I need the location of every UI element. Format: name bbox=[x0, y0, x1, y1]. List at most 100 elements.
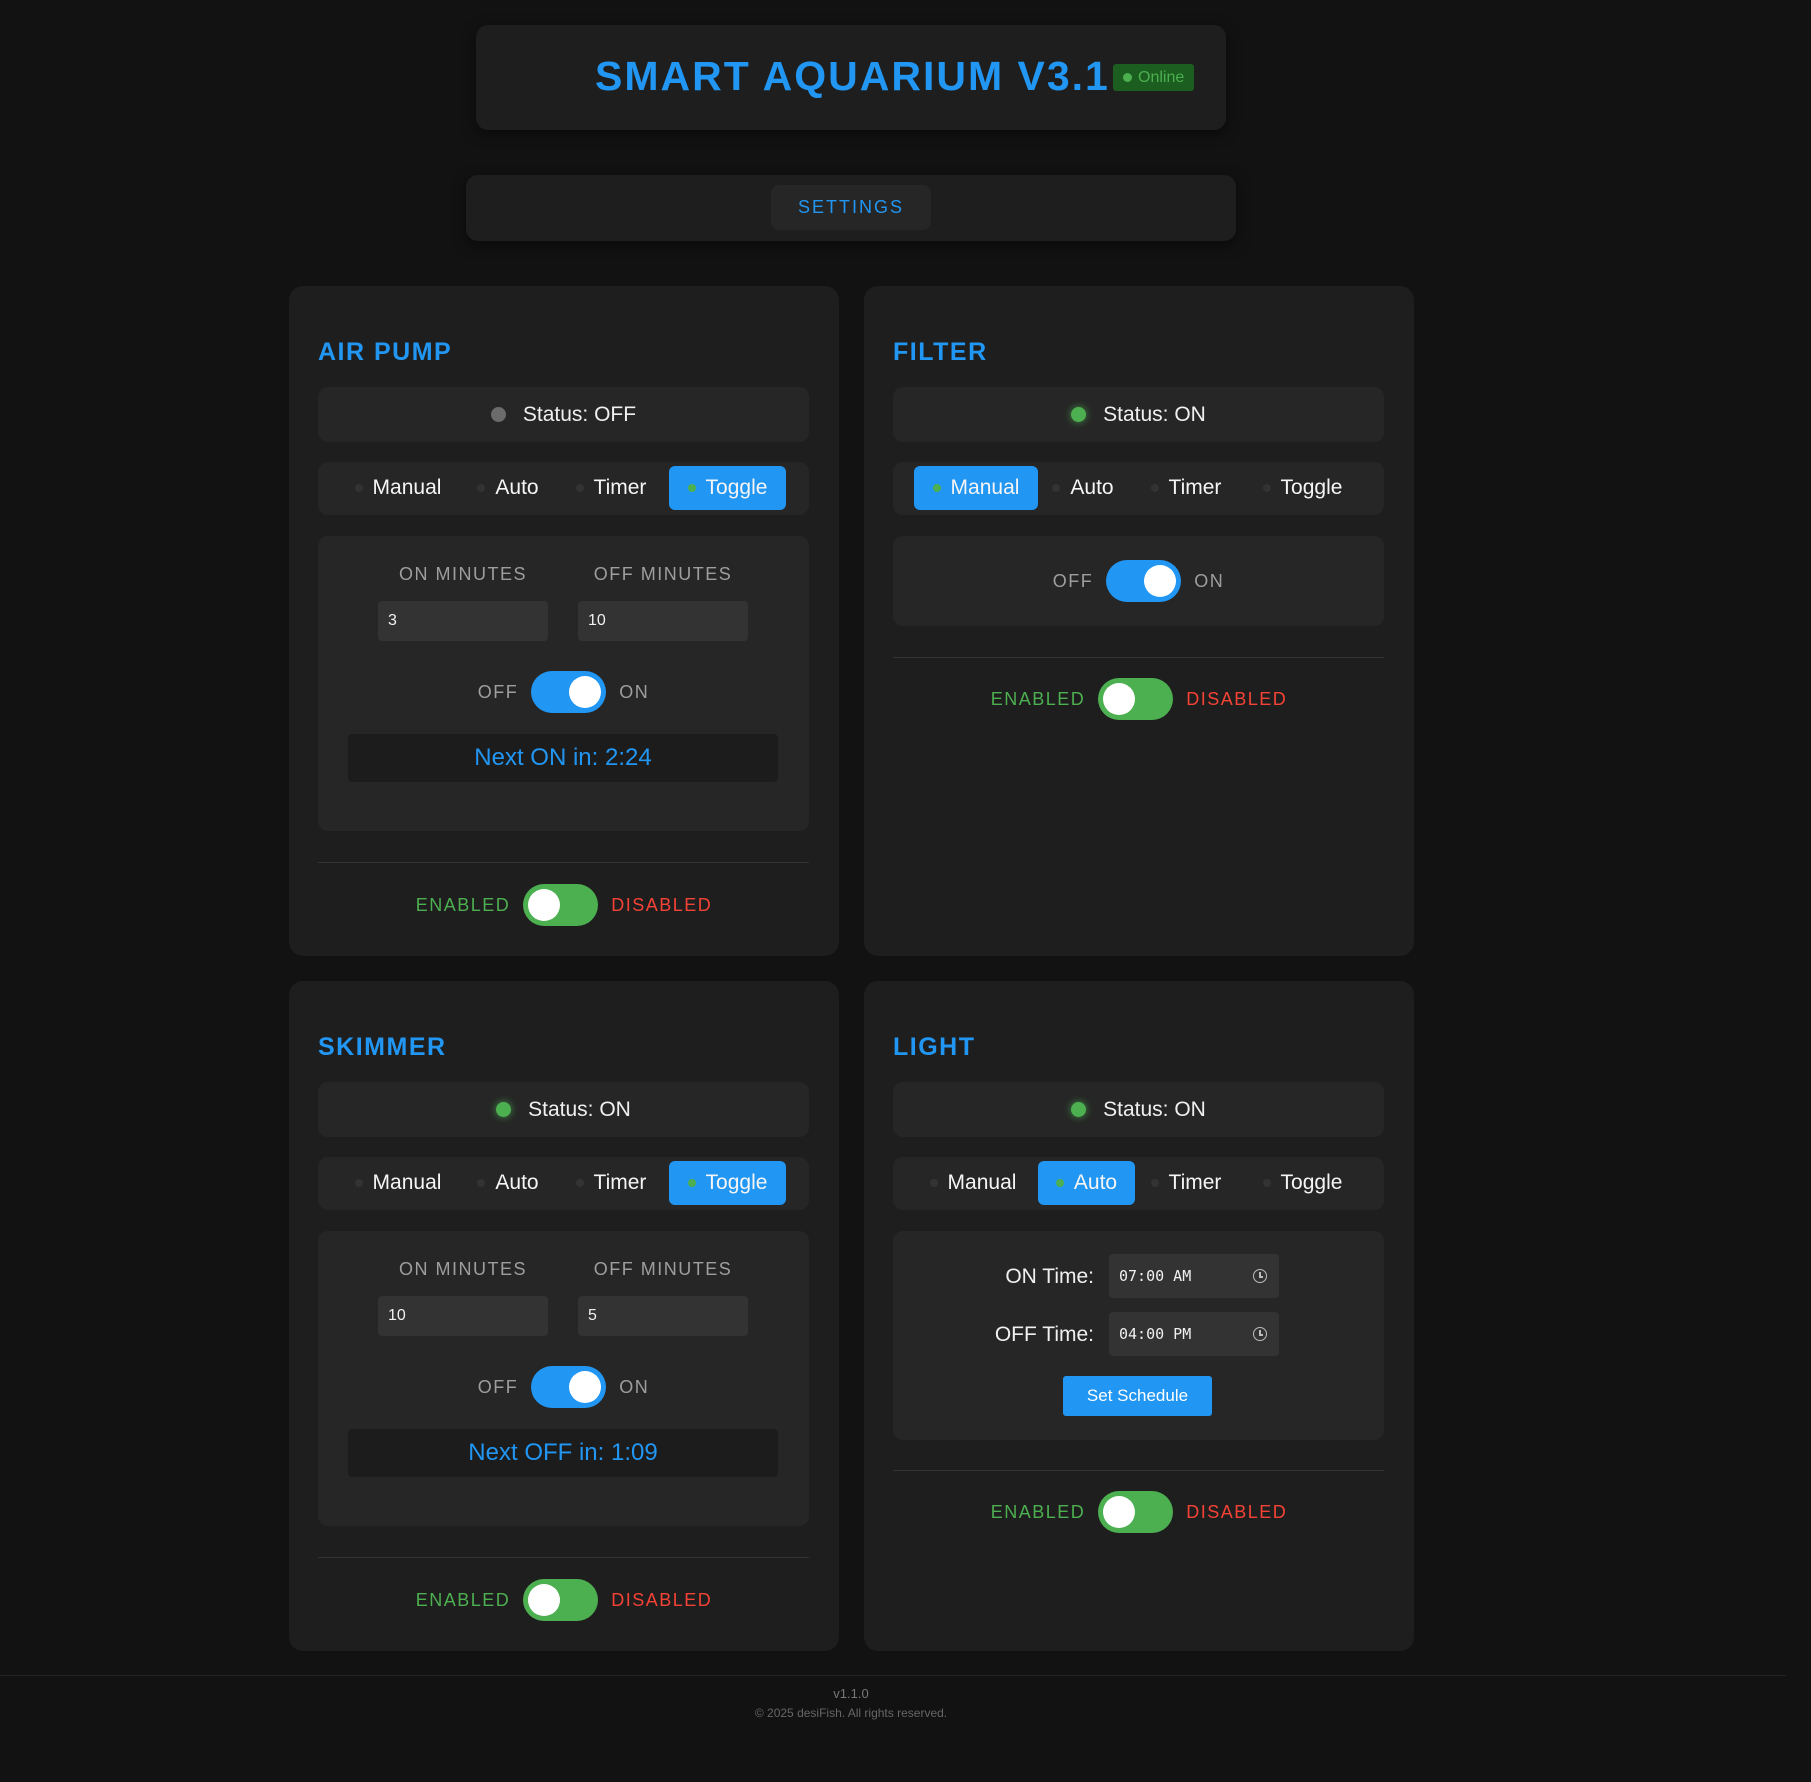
mode-dot-icon bbox=[929, 1179, 938, 1187]
countdown-display: Next ON in: 2:24 bbox=[348, 734, 778, 782]
mode-label: Toggle bbox=[705, 476, 768, 499]
card-title: SKIMMER bbox=[318, 1033, 447, 1061]
status-box: Status: OFF bbox=[318, 387, 809, 442]
mode-manual-button[interactable]: Manual bbox=[348, 1161, 448, 1205]
mode-dot-icon bbox=[1052, 484, 1061, 492]
toggle-knob bbox=[1144, 565, 1177, 597]
enable-switch-row: ENABLED DISABLED bbox=[864, 678, 1414, 720]
enabled-label: ENABLED bbox=[990, 1501, 1086, 1522]
toggle-knob bbox=[528, 889, 561, 921]
mode-manual-button[interactable]: Manual bbox=[923, 1161, 1023, 1205]
mode-dot-icon bbox=[687, 484, 696, 492]
toggle-config-panel: ON MINUTES OFF MINUTES 10 5 OFF ON Next … bbox=[318, 1231, 809, 1526]
enable-toggle[interactable] bbox=[523, 1579, 599, 1621]
mode-dot-icon bbox=[477, 1179, 486, 1187]
settings-button[interactable]: SETTINGS bbox=[771, 185, 931, 230]
mode-timer-button[interactable]: Timer bbox=[1141, 466, 1231, 510]
switch-on-label: ON bbox=[1194, 570, 1225, 591]
mode-auto-button[interactable]: Auto bbox=[468, 466, 548, 510]
switch-on-label: ON bbox=[619, 681, 650, 702]
mode-timer-button[interactable]: Timer bbox=[1141, 1161, 1231, 1205]
off-time-value: 04:00 PM bbox=[1119, 1325, 1192, 1343]
on-minutes-input[interactable]: 3 bbox=[378, 601, 548, 641]
countdown-display: Next OFF in: 1:09 bbox=[348, 1429, 778, 1477]
disabled-label: DISABLED bbox=[611, 1589, 713, 1610]
mode-toggle-button[interactable]: Toggle bbox=[1244, 1161, 1361, 1205]
status-box: Status: ON bbox=[318, 1082, 809, 1137]
on-minutes-input[interactable]: 10 bbox=[378, 1296, 548, 1336]
enable-toggle[interactable] bbox=[1098, 1491, 1174, 1533]
power-toggle[interactable] bbox=[1106, 560, 1182, 602]
mode-selector: Manual Auto Timer Toggle bbox=[893, 462, 1384, 515]
mode-label: Auto bbox=[1073, 1171, 1118, 1194]
switch-off-label: OFF bbox=[477, 681, 519, 702]
off-minutes-input[interactable]: 5 bbox=[578, 1296, 748, 1336]
mode-auto-button[interactable]: Auto bbox=[1043, 466, 1123, 510]
clock-icon[interactable] bbox=[1253, 1269, 1267, 1283]
status-text: Status: ON bbox=[1103, 402, 1206, 426]
mode-manual-button[interactable]: Manual bbox=[348, 466, 448, 510]
off-minutes-label: OFF MINUTES bbox=[593, 1259, 733, 1279]
enable-toggle[interactable] bbox=[1098, 678, 1174, 720]
mode-label: Toggle bbox=[705, 1171, 768, 1194]
mode-selector: Manual Auto Timer Toggle bbox=[318, 462, 809, 515]
card-title: AIR PUMP bbox=[318, 338, 453, 366]
page-title: SMART AQUARIUM V3.1 bbox=[595, 53, 1110, 99]
power-toggle[interactable] bbox=[531, 671, 607, 713]
mode-dot-icon bbox=[1150, 484, 1159, 492]
power-toggle[interactable] bbox=[531, 1366, 607, 1408]
mode-selector: Manual Auto Timer Toggle bbox=[893, 1157, 1384, 1210]
on-time-value: 07:00 AM bbox=[1119, 1267, 1192, 1285]
divider bbox=[893, 657, 1384, 658]
mode-timer-button[interactable]: Timer bbox=[566, 466, 656, 510]
manual-config-panel: OFF ON bbox=[893, 536, 1384, 626]
status-text: Status: ON bbox=[528, 1097, 631, 1121]
on-minutes-label: ON MINUTES bbox=[398, 564, 527, 584]
footer-copyright: © 2025 desiFish. All rights reserved. bbox=[754, 1706, 948, 1720]
mode-label: Timer bbox=[593, 476, 647, 499]
schedule-config-panel: ON Time: 07:00 AM OFF Time: 04:00 PM Set… bbox=[893, 1231, 1384, 1440]
enabled-label: ENABLED bbox=[415, 894, 511, 915]
footer-divider bbox=[0, 1675, 1786, 1676]
mode-label: Manual bbox=[950, 476, 1020, 499]
mode-dot-icon bbox=[932, 484, 941, 492]
mode-label: Manual bbox=[947, 1171, 1017, 1194]
set-schedule-button[interactable]: Set Schedule bbox=[1063, 1376, 1212, 1416]
mode-auto-button[interactable]: Auto bbox=[1038, 1161, 1135, 1205]
mode-toggle-button[interactable]: Toggle bbox=[669, 1161, 786, 1205]
on-time-input[interactable]: 07:00 AM bbox=[1109, 1254, 1279, 1298]
mode-dot-icon bbox=[1262, 1179, 1271, 1187]
card-air-pump: AIR PUMP Status: OFF Manual Auto Timer T… bbox=[289, 286, 839, 956]
enable-switch-row: ENABLED DISABLED bbox=[864, 1491, 1414, 1533]
mode-manual-button[interactable]: Manual bbox=[914, 466, 1038, 510]
disabled-label: DISABLED bbox=[1186, 688, 1288, 709]
mode-auto-button[interactable]: Auto bbox=[468, 1161, 548, 1205]
card-title: FILTER bbox=[893, 338, 988, 366]
card-filter: FILTER Status: ON Manual Auto Timer Togg… bbox=[864, 286, 1414, 956]
off-minutes-input[interactable]: 10 bbox=[578, 601, 748, 641]
mode-dot-icon bbox=[1150, 1179, 1159, 1187]
mode-dot-icon bbox=[1055, 1179, 1064, 1187]
mode-toggle-button[interactable]: Toggle bbox=[669, 466, 786, 510]
divider bbox=[318, 1557, 809, 1558]
enabled-label: ENABLED bbox=[415, 1589, 511, 1610]
mode-dot-icon bbox=[1262, 484, 1271, 492]
mode-label: Toggle bbox=[1280, 1171, 1343, 1194]
mode-label: Auto bbox=[495, 1171, 539, 1194]
toggle-knob bbox=[1103, 1496, 1136, 1528]
status-box: Status: ON bbox=[893, 1082, 1384, 1137]
off-time-label: OFF Time: bbox=[994, 1323, 1094, 1346]
mode-label: Auto bbox=[495, 476, 539, 499]
off-minutes-label: OFF MINUTES bbox=[593, 564, 733, 584]
off-time-input[interactable]: 04:00 PM bbox=[1109, 1312, 1279, 1356]
mode-label: Manual bbox=[372, 476, 442, 499]
toggle-config-panel: ON MINUTES OFF MINUTES 3 10 OFF ON Next … bbox=[318, 536, 809, 831]
clock-icon[interactable] bbox=[1253, 1327, 1267, 1341]
switch-on-label: ON bbox=[619, 1376, 650, 1397]
enabled-label: ENABLED bbox=[990, 688, 1086, 709]
enable-toggle[interactable] bbox=[523, 884, 599, 926]
toggle-knob bbox=[569, 676, 602, 708]
mode-toggle-button[interactable]: Toggle bbox=[1244, 466, 1361, 510]
switch-off-label: OFF bbox=[477, 1376, 519, 1397]
mode-timer-button[interactable]: Timer bbox=[566, 1161, 656, 1205]
